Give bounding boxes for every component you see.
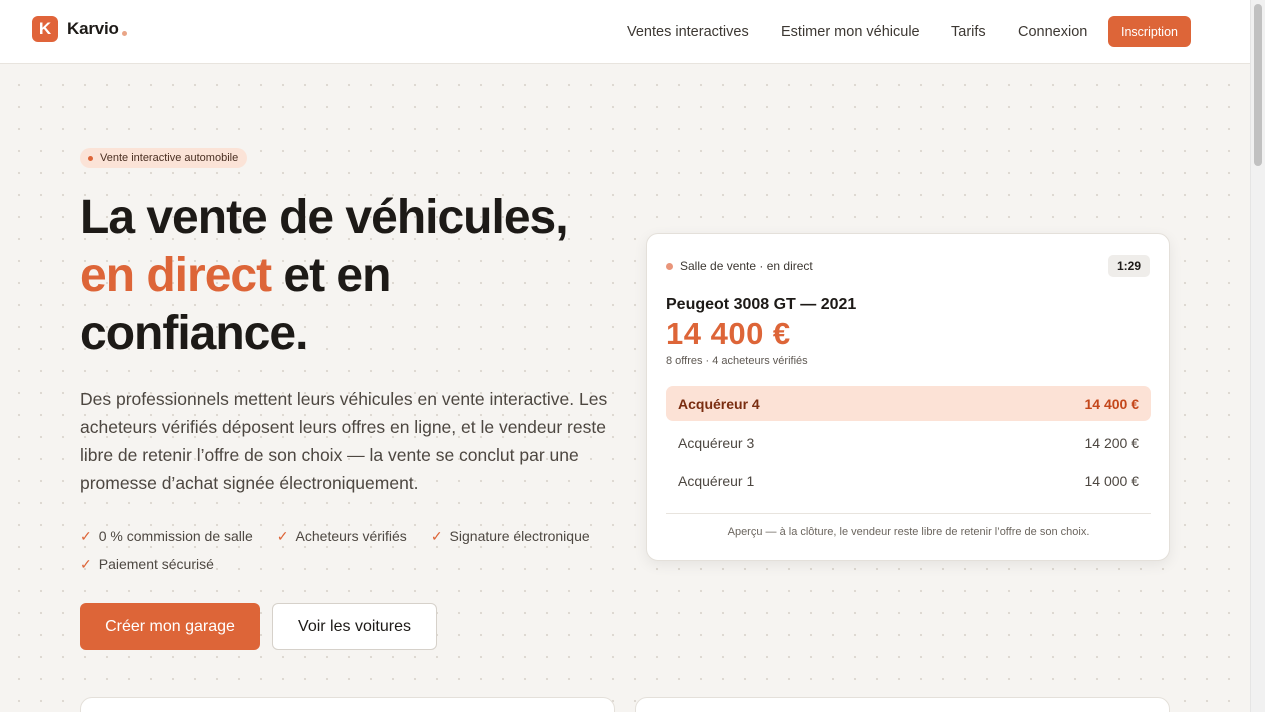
live-status-label: Salle de vente · en direct	[680, 259, 813, 273]
check-icon: ✓	[430, 527, 443, 544]
feature-label: Paiement sécurisé	[98, 556, 214, 572]
check-icon: ✓	[80, 555, 92, 572]
bid-amount: 14 400 €	[1084, 395, 1140, 412]
logo[interactable]: K Karvio	[32, 16, 127, 42]
hero-badge: Vente interactive automobile	[80, 148, 248, 168]
auction-meta: 8 offres · 4 acheteurs vérifiés	[666, 355, 808, 367]
hero-title: La vente de véhicules, en direct et en c…	[80, 189, 569, 363]
bid-row: Acquéreur 3 14 200 €	[666, 425, 1151, 460]
feature-label: Signature électronique	[449, 528, 590, 544]
view-cars-button[interactable]: Voir les voitures	[272, 603, 437, 650]
nav-link-estimate-vehicle[interactable]: Estimer mon véhicule	[781, 0, 920, 64]
feature-label: 0 % commission de salle	[98, 528, 253, 544]
scrollbar[interactable]	[1250, 0, 1265, 712]
bid-buyer: Acquéreur 4	[678, 395, 760, 412]
hero-title-line3: confiance.	[80, 307, 308, 360]
nav-link-interactive-sales[interactable]: Ventes interactives	[627, 0, 749, 64]
feature-card-left	[80, 697, 615, 712]
badge-dot-icon	[88, 155, 93, 161]
feature-item: ✓ 0 % commission de salle	[80, 522, 253, 550]
feature-card-right	[635, 697, 1170, 712]
feature-item: ✓ Acheteurs vérifiés	[277, 522, 407, 550]
nav-link-pricing[interactable]: Tarifs	[951, 0, 986, 64]
check-icon: ✓	[276, 527, 289, 544]
live-auction-card: Salle de vente · en direct 1:29 Peugeot …	[646, 233, 1170, 561]
feature-item: ✓ Signature électronique	[431, 522, 590, 550]
feature-label: Acheteurs vérifiés	[295, 528, 407, 544]
feature-list: ✓ 0 % commission de salle ✓ Acheteurs vé…	[80, 522, 620, 578]
car-name: Peugeot 3008 GT — 2021	[666, 296, 857, 313]
bid-buyer: Acquéreur 3	[678, 434, 755, 451]
signup-button[interactable]: Inscription	[1108, 16, 1191, 47]
brand-dot	[121, 30, 127, 36]
auction-footnote: Aperçu — à la clôture, le vendeur reste …	[727, 526, 1090, 538]
feature-item: ✓ Paiement sécurisé	[80, 550, 214, 578]
card-divider	[666, 513, 1151, 514]
countdown-timer: 1:29	[1108, 255, 1150, 277]
live-dot-icon	[666, 262, 673, 270]
nav-link-login[interactable]: Connexion	[1018, 0, 1087, 64]
current-price: 14 400 €	[666, 316, 791, 351]
logo-icon: K	[32, 16, 58, 42]
check-icon: ✓	[80, 527, 92, 544]
site-header: K Karvio Ventes interactives Estimer mon…	[0, 0, 1250, 64]
bid-buyer: Acquéreur 1	[678, 472, 755, 489]
bid-row-leading: Acquéreur 4 14 400 €	[666, 386, 1151, 421]
bid-amount: 14 000 €	[1084, 472, 1140, 489]
hero-title-accent: en direct	[80, 249, 272, 302]
create-garage-button[interactable]: Créer mon garage	[80, 603, 260, 650]
scrollbar-thumb[interactable]	[1254, 4, 1262, 166]
bid-amount: 14 200 €	[1084, 434, 1140, 451]
brand-name: Karvio	[67, 19, 119, 38]
hero-description: Des professionnels mettent leurs véhicul…	[80, 389, 608, 493]
bid-row: Acquéreur 1 14 000 €	[666, 463, 1151, 498]
hero-title-line2: et en	[271, 249, 391, 302]
live-status: Salle de vente · en direct	[666, 259, 813, 273]
hero-title-line1: La vente de véhicules,	[80, 191, 569, 244]
hero-badge-label: Vente interactive automobile	[100, 152, 239, 164]
